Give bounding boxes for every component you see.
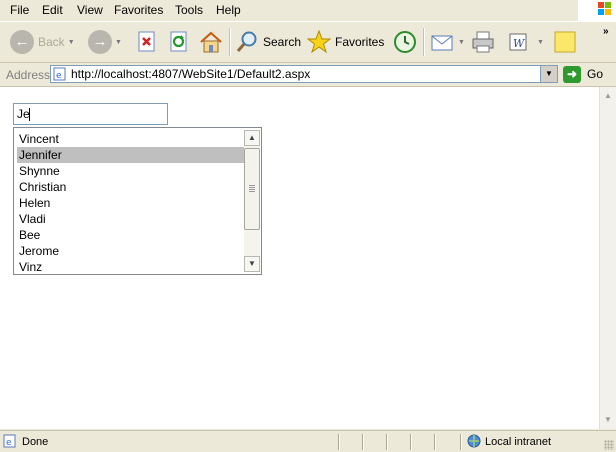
address-dropdown-icon[interactable]: ▼ bbox=[540, 66, 557, 82]
history-button[interactable] bbox=[392, 24, 418, 60]
address-label: Address bbox=[6, 68, 51, 82]
ie-page-icon: e bbox=[3, 434, 16, 448]
search-label: Search bbox=[263, 35, 302, 49]
menu-file[interactable]: File bbox=[10, 3, 29, 17]
scroll-up-icon[interactable]: ▲ bbox=[244, 130, 260, 146]
back-dropdown-icon[interactable]: ▼ bbox=[68, 39, 75, 46]
mail-button[interactable]: ▼ bbox=[431, 24, 465, 60]
address-bar: Address e http://localhost:4807/WebSite1… bbox=[0, 63, 616, 87]
text-caret bbox=[29, 108, 30, 121]
page-icon: e bbox=[53, 67, 66, 81]
address-field[interactable]: e http://localhost:4807/WebSite1/Default… bbox=[50, 65, 558, 83]
page-scroll-up-icon[interactable]: ▲ bbox=[601, 89, 615, 103]
search-button[interactable]: Search bbox=[235, 24, 301, 60]
security-zone-text: Local intranet bbox=[485, 436, 552, 448]
go-arrow-icon: ➜ bbox=[563, 65, 581, 83]
go-label: Go bbox=[587, 67, 604, 81]
page-scrollbar[interactable]: ▲ ▼ bbox=[599, 87, 616, 429]
printer-icon bbox=[472, 31, 494, 53]
list-item[interactable]: Vladi bbox=[17, 211, 244, 227]
menu-view[interactable]: View bbox=[77, 3, 103, 17]
address-url[interactable]: http://localhost:4807/WebSite1/Default2.… bbox=[71, 67, 310, 81]
menu-edit[interactable]: Edit bbox=[42, 3, 63, 17]
sticky-note-icon bbox=[554, 31, 576, 53]
menu-favorites[interactable]: Favorites bbox=[114, 3, 163, 17]
name-search-input[interactable] bbox=[13, 103, 168, 125]
list-item[interactable]: Christian bbox=[17, 179, 244, 195]
list-item[interactable]: Shynne bbox=[17, 163, 244, 179]
svg-text:e: e bbox=[6, 438, 12, 448]
svg-text:e: e bbox=[56, 71, 62, 81]
edit-dropdown-icon[interactable]: ▼ bbox=[537, 39, 544, 46]
stop-icon bbox=[138, 31, 155, 52]
intranet-zone-icon bbox=[467, 434, 481, 448]
scroll-down-icon[interactable]: ▼ bbox=[244, 256, 260, 272]
edit-button[interactable]: W ▼ bbox=[507, 24, 544, 60]
mail-icon bbox=[431, 35, 453, 51]
suggestion-list-items: Vincent Jennifer Shynne Christian Helen … bbox=[17, 131, 244, 274]
list-item[interactable]: Vincent bbox=[17, 131, 244, 147]
toolbar-overflow-icon[interactable]: » bbox=[603, 26, 609, 37]
mail-dropdown-icon[interactable]: ▼ bbox=[458, 39, 465, 46]
search-icon bbox=[236, 31, 257, 52]
menu-tools[interactable]: Tools bbox=[175, 3, 203, 17]
resize-grip-icon[interactable] bbox=[604, 440, 614, 450]
home-button[interactable] bbox=[199, 24, 223, 60]
windows-logo-icon bbox=[578, 0, 616, 21]
word-edit-icon: W bbox=[509, 33, 527, 51]
favorites-button[interactable]: Favorites bbox=[307, 24, 384, 60]
refresh-button[interactable] bbox=[169, 24, 189, 60]
discuss-button[interactable] bbox=[553, 24, 577, 60]
menu-help[interactable]: Help bbox=[216, 3, 241, 17]
list-item[interactable]: Vinz bbox=[17, 259, 244, 275]
grip-icon bbox=[249, 185, 255, 192]
forward-button[interactable]: → ▼ bbox=[88, 24, 122, 60]
page-content: Vincent Jennifer Shynne Christian Helen … bbox=[0, 87, 599, 429]
back-arrow-icon: ← bbox=[10, 30, 34, 54]
print-button[interactable] bbox=[471, 24, 495, 60]
status-text: Done bbox=[22, 436, 49, 448]
list-item[interactable]: Bee bbox=[17, 227, 244, 243]
home-icon bbox=[200, 31, 222, 53]
list-item-selected[interactable]: Jennifer bbox=[17, 147, 244, 163]
suggestion-listbox[interactable]: Vincent Jennifer Shynne Christian Helen … bbox=[13, 127, 262, 275]
toolbar: ← Back ▼ → ▼ Search Favorites ▼ W ▼ » bbox=[0, 22, 616, 63]
forward-arrow-icon: → bbox=[88, 30, 112, 54]
page-scroll-down-icon[interactable]: ▼ bbox=[601, 413, 615, 427]
list-item[interactable]: Helen bbox=[17, 195, 244, 211]
history-icon bbox=[394, 31, 416, 53]
list-item[interactable]: Jerome bbox=[17, 243, 244, 259]
back-label: Back bbox=[38, 35, 65, 49]
list-scrollbar[interactable]: ▲ ▼ bbox=[244, 130, 260, 272]
stop-button[interactable] bbox=[137, 24, 157, 60]
svg-text:W: W bbox=[513, 37, 526, 50]
menu-bar: File Edit View Favorites Tools Help bbox=[0, 0, 616, 22]
go-button[interactable]: ➜ Go bbox=[563, 65, 603, 83]
star-icon bbox=[307, 30, 331, 54]
refresh-icon bbox=[170, 31, 187, 52]
favorites-label: Favorites bbox=[335, 35, 385, 49]
back-button[interactable]: ← Back ▼ bbox=[10, 24, 75, 60]
forward-dropdown-icon[interactable]: ▼ bbox=[115, 39, 122, 46]
list-scroll-thumb[interactable] bbox=[244, 148, 260, 230]
status-bar: e Done Local intranet bbox=[0, 430, 616, 452]
